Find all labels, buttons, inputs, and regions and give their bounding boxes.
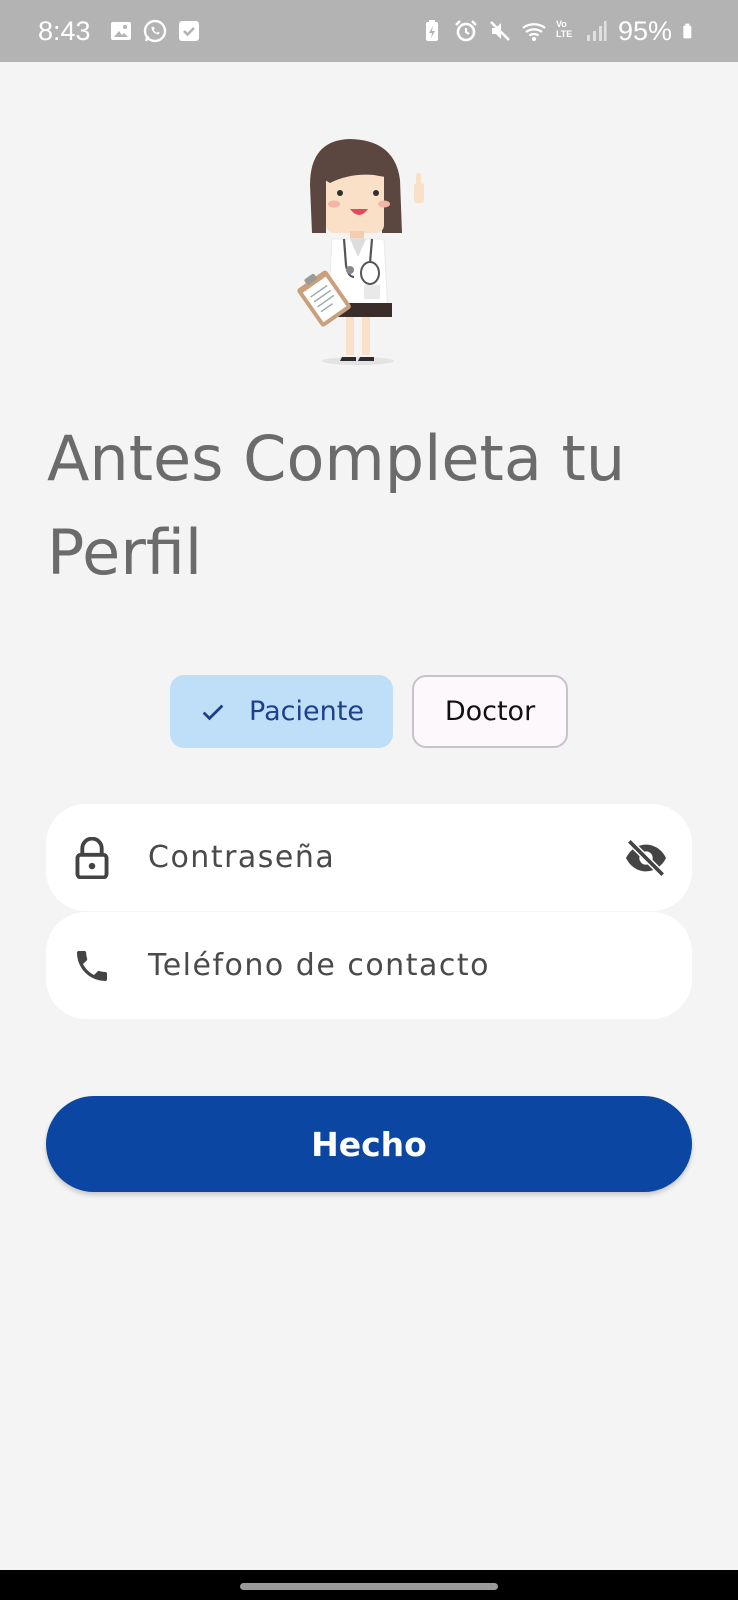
visibility-off-icon[interactable] [624,838,668,878]
battery-icon [683,23,692,39]
status-bar: 8:43 Vo LTE 95% [0,0,738,62]
gallery-icon [110,22,131,40]
doctor-illustration [297,139,424,365]
password-placeholder: Contraseña [148,840,336,875]
signal-icon [586,21,607,41]
phone-placeholder: Teléfono de contacto [148,948,490,983]
home-handle[interactable] [240,1583,498,1590]
phone-icon [77,950,107,981]
status-left: 8:43 [38,16,201,47]
volte-icon: Vo LTE [555,19,573,39]
status-right: Vo LTE 95% [420,16,698,47]
page-title: Antes Completa tu Perfil [47,422,626,589]
done-button[interactable]: Hecho [46,1096,692,1192]
checkbox-icon [178,21,199,41]
chip-paciente-label: Paciente [249,696,364,727]
password-field[interactable]: Contraseña [46,804,692,911]
navigation-bar [0,1570,738,1600]
chip-doctor[interactable]: Doctor [412,675,568,748]
whatsapp-icon [143,19,166,43]
chip-doctor-label: Doctor [444,696,536,727]
alarm-icon [455,20,477,42]
battery-percent: 95% [617,15,672,46]
wifi-icon [522,23,546,41]
battery-saver-icon [425,20,438,41]
phone-field[interactable]: Teléfono de contacto [46,912,692,1019]
lock-icon [75,836,109,879]
mute-icon [490,21,510,41]
check-icon [202,704,224,720]
status-time: 8:43 [38,15,91,46]
chip-paciente[interactable]: Paciente [170,675,393,748]
